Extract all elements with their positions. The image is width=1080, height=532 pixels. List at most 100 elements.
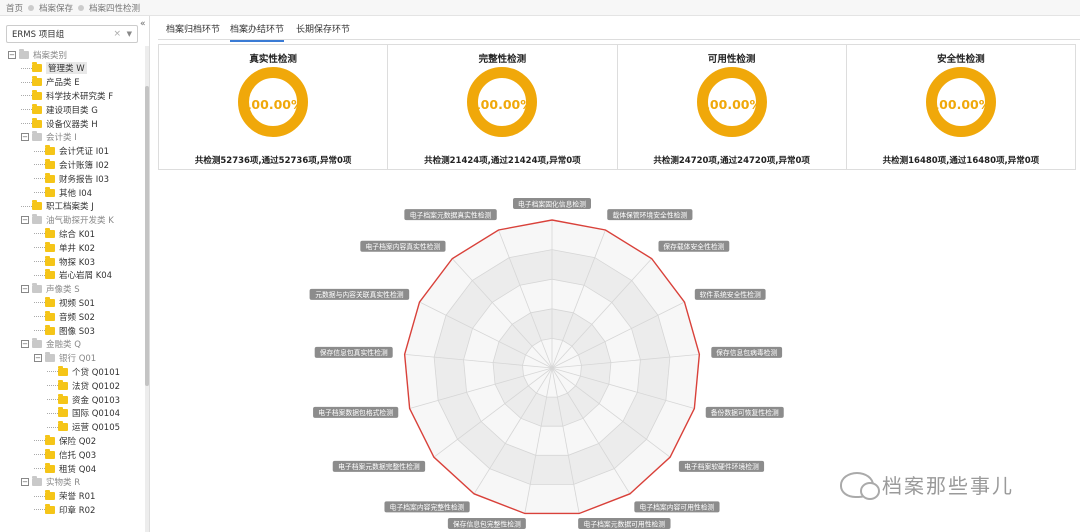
tree-node[interactable]: 音频 S02 <box>34 310 95 323</box>
collapse-toggle-icon[interactable]: − <box>21 340 29 349</box>
folder-icon <box>45 448 55 459</box>
folder-icon <box>32 131 42 142</box>
watermark-text: 档案那些事儿 <box>882 474 1014 498</box>
tree-node-label: 财务报告 I03 <box>59 174 110 185</box>
tree-node-label: 单井 K02 <box>59 243 96 254</box>
tree-node-label: 岩心岩屑 K04 <box>59 271 113 282</box>
card-percent: 100.00% <box>471 97 533 112</box>
folder-icon <box>32 338 42 349</box>
collapse-toggle-icon[interactable]: − <box>8 50 16 59</box>
svg-text:软件系统安全性检测: 软件系统安全性检测 <box>700 290 761 299</box>
tree-node[interactable]: − 银行 Q01 <box>34 352 96 365</box>
tree-node-label: 职工档案类 J <box>46 202 94 213</box>
breadcrumb-home[interactable]: 首页 <box>6 2 23 14</box>
tree-node[interactable]: − 档案类别 <box>8 48 67 61</box>
svg-text:保存信息包病毒检测: 保存信息包病毒检测 <box>716 348 777 357</box>
tree-node[interactable]: − 会计类 I <box>21 131 77 144</box>
svg-text:备份数据可恢复性检测: 备份数据可恢复性检测 <box>711 408 779 417</box>
tree-node[interactable]: 单井 K02 <box>34 241 95 254</box>
tree-node[interactable]: 综合 K01 <box>34 227 95 240</box>
tree-node-label: 产品类 E <box>46 78 80 89</box>
breadcrumb-separator-icon <box>78 4 85 11</box>
clear-icon[interactable]: × <box>113 29 121 39</box>
svg-text:元数据与内容关联真实性检测: 元数据与内容关联真实性检测 <box>315 290 404 299</box>
scrollbar-thumb[interactable] <box>145 86 149 386</box>
tree-node[interactable]: 个贷 Q0101 <box>47 365 120 378</box>
tab-closing-stage[interactable]: 档案办结环节 <box>230 22 285 42</box>
svg-text:保存信息包完整性检测: 保存信息包完整性检测 <box>453 519 521 528</box>
tree-node[interactable]: − 实物类 R <box>21 476 80 489</box>
folder-icon <box>45 269 55 280</box>
tree-node[interactable]: 法贷 Q0102 <box>47 379 120 392</box>
tree-node[interactable]: − 声像类 S <box>21 283 80 296</box>
tree-node[interactable]: 荣誉 R01 <box>34 490 95 503</box>
tree-node[interactable]: 岩心岩屑 K04 <box>34 269 112 282</box>
folder-icon <box>58 407 68 418</box>
breadcrumb-archive-storage[interactable]: 档案保存 <box>39 2 73 14</box>
tree-node[interactable]: 管理类 W <box>21 62 87 75</box>
tree-node[interactable]: 产品类 E <box>21 76 80 89</box>
folder-icon <box>45 158 55 169</box>
tree-node-label: 综合 K01 <box>59 229 96 240</box>
tree-node-label: 资金 Q0103 <box>72 395 121 406</box>
tree-node[interactable]: − 金融类 Q <box>21 338 81 351</box>
svg-text:保存信息包真实性检测: 保存信息包真实性检测 <box>320 348 388 357</box>
breadcrumb-four-property-check[interactable]: 档案四性检测 <box>89 2 140 14</box>
tree-node[interactable]: 科学技术研究类 F <box>21 89 113 102</box>
tree-node[interactable]: 信托 Q03 <box>34 448 96 461</box>
collapse-toggle-icon[interactable]: − <box>34 354 42 363</box>
watermark: 档案那些事儿 <box>840 470 1014 500</box>
tree-node[interactable]: 财务报告 I03 <box>34 172 109 185</box>
folder-icon <box>58 421 68 432</box>
collapse-toggle-icon[interactable]: − <box>21 478 29 487</box>
folder-icon <box>45 172 55 183</box>
card-summary: 共检测16480项,通过16480项,异常0项 <box>882 156 1040 166</box>
folder-icon <box>45 462 55 473</box>
tree-node[interactable]: 运营 Q0105 <box>47 421 120 434</box>
tree-node-label: 会计凭证 I01 <box>59 147 110 158</box>
folder-icon <box>45 352 55 363</box>
radar-indicator-label: 电子档案数据包格式检测 <box>313 406 399 418</box>
svg-text:电子档案固化信息检测: 电子档案固化信息检测 <box>518 199 586 208</box>
folder-icon <box>45 490 55 501</box>
tree-node-label: 法贷 Q0102 <box>72 381 121 392</box>
tree-node[interactable]: 视频 S01 <box>34 296 95 309</box>
tree-node[interactable]: 物探 K03 <box>34 255 95 268</box>
collapse-toggle-icon[interactable]: − <box>21 133 29 142</box>
tree-node[interactable]: − 油气勘探开发类 K <box>21 214 114 227</box>
chevron-down-icon[interactable]: ▼ <box>127 30 132 38</box>
breadcrumb-separator-icon <box>28 4 35 11</box>
tree-node[interactable]: 保险 Q02 <box>34 434 96 447</box>
tree-node[interactable]: 会计凭证 I01 <box>34 145 109 158</box>
svg-text:电子档案内容真实性检测: 电子档案内容真实性检测 <box>366 242 441 251</box>
tree-node[interactable]: 其他 I04 <box>34 186 92 199</box>
tree-node[interactable]: 建设项目类 G <box>21 103 98 116</box>
tree-node-label: 档案类别 <box>33 50 68 61</box>
tree-node[interactable]: 租赁 Q04 <box>34 462 96 475</box>
radar-indicator-label: 备份数据可恢复性检测 <box>705 406 784 418</box>
tree-node[interactable]: 印章 R02 <box>34 503 95 516</box>
tree-node[interactable]: 设备仪器类 H <box>21 117 98 130</box>
tree-node[interactable]: 资金 Q0103 <box>47 393 120 406</box>
tree-node-label: 保险 Q02 <box>59 436 97 447</box>
svg-text:载体保管环境安全性检测: 载体保管环境安全性检测 <box>612 210 687 219</box>
tree-node[interactable]: 职工档案类 J <box>21 200 94 213</box>
tree-node[interactable]: 会计账簿 I02 <box>34 158 109 171</box>
tree-node-label: 信托 Q03 <box>59 450 97 461</box>
radar-indicator-label: 电子档案软硬件环境检测 <box>678 460 765 472</box>
folder-icon <box>45 310 55 321</box>
tree-node-label: 个贷 Q0101 <box>72 367 121 378</box>
radar-indicator-label: 电子档案内容完整性检测 <box>384 501 470 513</box>
tab-archiving-stage[interactable]: 档案归档环节 <box>166 22 220 40</box>
folder-icon <box>45 255 55 266</box>
folder-icon <box>32 476 42 487</box>
project-select[interactable]: ERMS 项目组 × ▼ <box>6 25 138 43</box>
tree-node[interactable]: 图像 S03 <box>34 324 95 337</box>
tab-bar: 档案归档环节 档案办结环节 长期保存环节 <box>158 16 1080 42</box>
collapse-toggle-icon[interactable]: − <box>21 285 29 294</box>
collapse-sidebar-icon[interactable]: « <box>140 19 146 29</box>
tree-node[interactable]: 国际 Q0104 <box>47 407 120 420</box>
tab-long-term-stage[interactable]: 长期保存环节 <box>296 22 350 40</box>
sidebar-scrollbar[interactable] <box>145 46 149 532</box>
collapse-toggle-icon[interactable]: − <box>21 216 29 225</box>
